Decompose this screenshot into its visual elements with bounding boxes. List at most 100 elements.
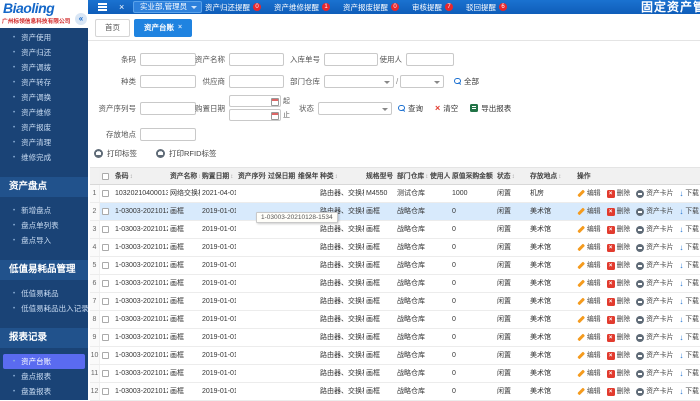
column-header-条码[interactable]: 条码↕	[113, 168, 168, 184]
print-rfid-button[interactable]: 打印RFID标签	[156, 148, 217, 159]
action-资产卡片[interactable]: 资产卡片	[636, 239, 673, 256]
action-资产卡片[interactable]: 资产卡片	[636, 329, 673, 346]
sidebar-collapse-button[interactable]: «	[75, 13, 87, 25]
action-编辑[interactable]: 编辑	[577, 221, 601, 238]
row-checkbox[interactable]	[102, 298, 109, 305]
notification-item[interactable]: 资产维修提醒 1	[274, 2, 330, 13]
table-row[interactable]: 71-03003-20210128-15画框2019-01-01路由器、交换机画…	[90, 293, 700, 311]
row-checkbox[interactable]	[102, 226, 109, 233]
action-资产卡片[interactable]: 资产卡片	[636, 293, 673, 310]
row-checkbox[interactable]	[102, 352, 109, 359]
calendar-icon[interactable]	[271, 97, 279, 106]
sidebar-item-资产转存[interactable]: • 资产转存	[0, 75, 88, 90]
action-删除[interactable]: × 删除	[606, 293, 630, 310]
hamburger-menu-icon[interactable]	[98, 3, 107, 11]
serial-no-input[interactable]	[140, 101, 196, 115]
action-编辑[interactable]: 编辑	[577, 383, 601, 400]
table-row[interactable]: 51-03003-20210128-15画框2019-01-01路由器、交换机画…	[90, 257, 700, 275]
action-编辑[interactable]: 编辑	[577, 347, 601, 364]
department-select[interactable]	[324, 74, 394, 88]
action-编辑[interactable]: 编辑	[577, 257, 601, 274]
action-下载[interactable]: ↓ 下载	[679, 329, 699, 346]
action-删除[interactable]: × 删除	[606, 311, 630, 328]
column-header-操作[interactable]: 操作	[575, 168, 700, 184]
tab-首页[interactable]: 首页	[95, 19, 130, 37]
action-下载[interactable]: ↓ 下载	[679, 311, 699, 328]
clear-button[interactable]: × 清空	[435, 103, 458, 114]
action-资产卡片[interactable]: 资产卡片	[636, 347, 673, 364]
sidebar-item-盘盈报表[interactable]: • 盘盈报表	[0, 384, 88, 399]
action-资产卡片[interactable]: 资产卡片	[636, 185, 673, 202]
action-删除[interactable]: × 删除	[606, 365, 630, 382]
action-删除[interactable]: × 删除	[606, 185, 630, 202]
sidebar-item-资产维修[interactable]: • 资产维修	[0, 105, 88, 120]
action-资产卡片[interactable]: 资产卡片	[636, 203, 673, 220]
user-input[interactable]	[406, 52, 454, 66]
sidebar-item-低值易耗品[interactable]: • 低值易耗品	[0, 286, 88, 301]
column-header-存放地点[interactable]: 存放地点↕	[528, 168, 575, 184]
action-编辑[interactable]: 编辑	[577, 239, 601, 256]
action-删除[interactable]: × 删除	[606, 239, 630, 256]
user-menu-button[interactable]: 实业部,管理员	[133, 1, 203, 13]
row-checkbox[interactable]	[102, 244, 109, 251]
table-row[interactable]: 111-03003-20210128-15画框2019-01-01路由器、交换机…	[90, 365, 700, 383]
action-资产卡片[interactable]: 资产卡片	[636, 221, 673, 238]
location-input[interactable]	[140, 127, 196, 141]
action-删除[interactable]: × 删除	[606, 275, 630, 292]
action-删除[interactable]: × 删除	[606, 221, 630, 238]
column-header-购置日期[interactable]: 购置日期↕	[200, 168, 236, 184]
close-icon[interactable]: ×	[119, 0, 124, 14]
action-下载[interactable]: ↓ 下载	[679, 239, 699, 256]
action-资产卡片[interactable]: 资产卡片	[636, 383, 673, 400]
column-header-资产序列号[interactable]: 资产序列号↕	[236, 168, 266, 184]
asset-name-input[interactable]	[229, 52, 284, 66]
row-checkbox[interactable]	[102, 370, 109, 377]
action-删除[interactable]: × 删除	[606, 347, 630, 364]
supplier-input[interactable]	[229, 74, 284, 88]
column-header-种类[interactable]: 种类↕	[318, 168, 364, 184]
sidebar-item-资产清理[interactable]: • 资产清理	[0, 135, 88, 150]
sidebar-item-盘点导入[interactable]: • 盘点导入	[0, 233, 88, 248]
table-row[interactable]: 41-03003-20210128-15画框2019-01-01路由器、交换机画…	[90, 239, 700, 257]
column-header-维保年份[interactable]: 维保年份↕	[296, 168, 318, 184]
action-下载[interactable]: ↓ 下载	[679, 185, 699, 202]
action-删除[interactable]: × 删除	[606, 203, 630, 220]
purchase-date-start-input[interactable]	[229, 95, 281, 107]
sidebar-item-资产台账[interactable]: • 资产台账	[3, 354, 85, 369]
query-button[interactable]: 查询	[398, 103, 423, 114]
select-all-checkbox[interactable]	[102, 173, 109, 180]
close-tab-icon[interactable]: ×	[178, 20, 182, 36]
inbound-no-input[interactable]	[324, 52, 378, 66]
sidebar-item-新增盘点[interactable]: • 新增盘点	[0, 203, 88, 218]
row-checkbox[interactable]	[102, 280, 109, 287]
row-checkbox[interactable]	[102, 334, 109, 341]
table-row[interactable]: 81-03003-20210128-15画框2019-01-01路由器、交换机画…	[90, 311, 700, 329]
action-资产卡片[interactable]: 资产卡片	[636, 275, 673, 292]
action-下载[interactable]: ↓ 下载	[679, 383, 699, 400]
print-label-button[interactable]: 打印标签	[94, 148, 137, 159]
purchase-date-end-input[interactable]	[229, 109, 281, 121]
export-report-button[interactable]: 导出报表	[470, 103, 511, 114]
sidebar-item-盘点报表[interactable]: • 盘点报表	[0, 369, 88, 384]
notification-item[interactable]: 驳回提醒 6	[466, 2, 507, 13]
action-资产卡片[interactable]: 资产卡片	[636, 311, 673, 328]
column-header-过保日期[interactable]: 过保日期↕	[266, 168, 296, 184]
column-header-原值采购金额[interactable]: 原值采购金额↕	[450, 168, 495, 184]
all-button[interactable]: 全部	[454, 76, 479, 87]
action-编辑[interactable]: 编辑	[577, 311, 601, 328]
action-编辑[interactable]: 编辑	[577, 185, 601, 202]
sidebar-item-盘点单列表[interactable]: • 盘点单列表	[0, 218, 88, 233]
calendar-icon[interactable]	[271, 111, 279, 120]
sidebar-item-资产使用[interactable]: • 资产使用	[0, 30, 88, 45]
warehouse-select[interactable]	[400, 74, 445, 88]
column-header-部门仓库[interactable]: 部门仓库↕	[395, 168, 428, 184]
sidebar-item-维修完成[interactable]: • 维修完成	[0, 150, 88, 165]
table-row[interactable]: 61-03003-20210128-15画框2019-01-01路由器、交换机画…	[90, 275, 700, 293]
notification-item[interactable]: 资产报废提醒 0	[343, 2, 399, 13]
action-下载[interactable]: ↓ 下载	[679, 293, 699, 310]
category-input[interactable]	[140, 74, 196, 88]
action-下载[interactable]: ↓ 下载	[679, 203, 699, 220]
table-row[interactable]: 101-03003-20210128-15画框2019-01-01路由器、交换机…	[90, 347, 700, 365]
table-row[interactable]: 1 10320210400013网络交换机2021-04-01 路由器、交换机M45…	[90, 185, 700, 203]
action-下载[interactable]: ↓ 下载	[679, 221, 699, 238]
